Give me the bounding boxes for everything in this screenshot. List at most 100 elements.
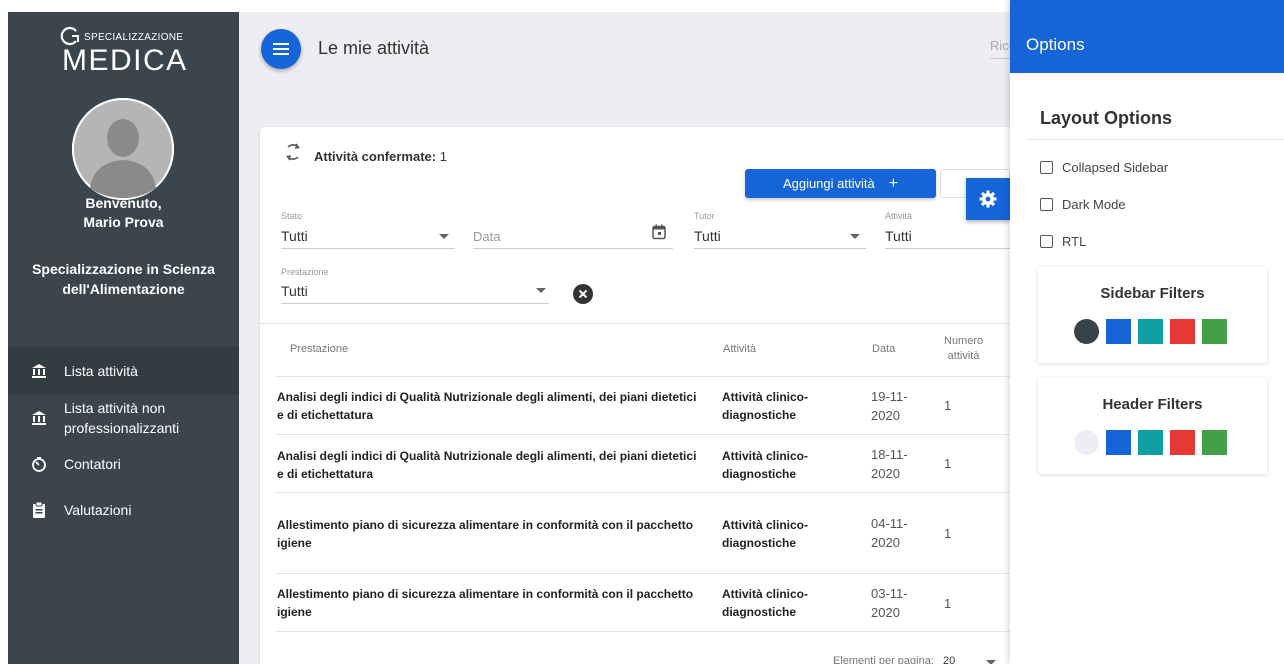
refresh-icon[interactable]: [284, 143, 302, 161]
swatch-color[interactable]: [1138, 430, 1163, 455]
sidebar-filters-card: Sidebar Filters: [1038, 267, 1267, 363]
checkbox[interactable]: [1040, 235, 1053, 248]
cell-line: diagnostiche: [722, 605, 797, 619]
option-rtl[interactable]: RTL: [1040, 234, 1086, 249]
header-filters-card: Header Filters: [1038, 378, 1267, 474]
swatch-color[interactable]: [1170, 430, 1195, 455]
search-input[interactable]: Ricerca: [990, 38, 1010, 53]
cell-prestazione: Analisi degli indici di Qualità Nutrizio…: [277, 388, 702, 424]
date-input[interactable]: Data: [473, 229, 500, 244]
user-name: Mario Prova: [83, 214, 164, 230]
options-title: Options: [1026, 35, 1085, 54]
cell-line: Attività clinico-: [722, 449, 809, 463]
cell-line: 2020: [871, 466, 900, 481]
plus-icon: +: [888, 174, 899, 192]
tutor-select[interactable]: Tutti: [694, 228, 721, 244]
cell-line: diagnostiche: [722, 467, 797, 481]
swatch-color[interactable]: [1202, 319, 1227, 344]
sidebar-color-swatches: [1074, 319, 1234, 344]
page-title: Le mie attività: [318, 38, 430, 58]
cell-prestazione: Allestimento piano di sicurezza alimenta…: [277, 585, 702, 621]
card-title-text: Attività confermate:: [314, 149, 437, 164]
brand-main-text: MEDICA: [62, 44, 188, 77]
option-collapsed-sidebar[interactable]: Collapsed Sidebar: [1040, 160, 1168, 175]
sidebar-item-lista-non-professionalizzanti[interactable]: Lista attività non professionalizzanti: [8, 395, 239, 441]
chevron-down-icon[interactable]: [536, 288, 546, 293]
cell-numero: 1: [944, 398, 952, 413]
swatch-color[interactable]: [1170, 319, 1195, 344]
chevron-down-icon[interactable]: [986, 660, 996, 664]
stato-select[interactable]: Tutti: [281, 228, 308, 244]
swatch-color[interactable]: [1106, 430, 1131, 455]
column-header-data[interactable]: Data: [872, 343, 895, 355]
sidebar-nav: Lista attività Lista attività non profes…: [8, 347, 239, 533]
swatch-color[interactable]: [1106, 319, 1131, 344]
confirmed-count: 1: [439, 149, 447, 164]
cell-attivita: Attività clinico-diagnostiche: [722, 585, 822, 621]
cell-data: 18-11- 2020: [871, 445, 921, 483]
top-gutter: [0, 0, 1010, 12]
left-gutter: [0, 0, 8, 664]
add-activity-label: Aggiungi attività: [782, 176, 875, 191]
header-filters-title: Header Filters: [1102, 396, 1203, 413]
chevron-down-icon[interactable]: [439, 234, 449, 239]
clear-filters-icon[interactable]: [573, 284, 593, 304]
menu-toggle-button[interactable]: [261, 29, 301, 69]
calendar-icon[interactable]: [652, 224, 666, 240]
sidebar-item-lista-attivita[interactable]: Lista attività: [8, 347, 239, 395]
gear-icon: [979, 190, 997, 208]
brand-logo[interactable]: SPECIALIZZAZIONE MEDICA: [60, 26, 200, 77]
checkbox[interactable]: [1040, 198, 1053, 211]
cell-line: 18-11-: [871, 447, 908, 462]
attivita-select[interactable]: Tutti: [885, 228, 912, 244]
cell-prestazione: Analisi degli indici di Qualità Nutrizio…: [277, 447, 702, 483]
bank-icon: [30, 362, 48, 380]
welcome-greeting: Benvenuto,: [85, 195, 162, 211]
swatch-color[interactable]: [1074, 319, 1099, 344]
column-header-line-1: Numero: [944, 335, 984, 347]
row-divider: [276, 434, 1010, 435]
option-dark-mode[interactable]: Dark Mode: [1040, 197, 1126, 212]
checkbox[interactable]: [1040, 161, 1053, 174]
prestazione-select[interactable]: Tutti: [281, 283, 308, 299]
user-silhouette-icon: [72, 98, 174, 200]
column-header-numero-attivita[interactable]: Numero attività: [944, 334, 983, 364]
table-top-divider: [260, 323, 1010, 324]
chevron-down-icon[interactable]: [850, 234, 860, 239]
settings-button[interactable]: [966, 178, 1010, 220]
layout-options-title: Layout Options: [1040, 108, 1172, 128]
cell-line: Allestimento piano di sicurezza alimenta…: [277, 518, 694, 532]
sidebar-filters-title: Sidebar Filters: [1100, 285, 1205, 302]
sidebar-item-valutazioni[interactable]: Valutazioni: [8, 487, 239, 533]
stato-underline: [281, 248, 455, 249]
column-header-prestazione[interactable]: Prestazione: [290, 343, 348, 355]
cell-line: Analisi degli indici di Qualità Nutrizio…: [277, 390, 697, 404]
cell-attivita: Attività clinico-diagnostiche: [722, 388, 822, 424]
card-title: Attività confermate: 1: [314, 149, 447, 164]
sidebar-item-label-line-1: Lista attività non: [64, 400, 166, 416]
cell-line: 2020: [871, 408, 900, 423]
cell-line: 2020: [871, 605, 900, 620]
cell-line: Attività clinico-: [722, 587, 809, 601]
swatch-color[interactable]: [1074, 430, 1099, 455]
swatch-color[interactable]: [1138, 319, 1163, 344]
specialization-line-2: dell'Alimentazione: [62, 281, 185, 297]
sidebar-item-label: Lista attività non professionalizzanti: [64, 398, 179, 438]
cell-line: 2020: [871, 535, 900, 550]
sidebar-item-contatori[interactable]: Contatori: [8, 441, 239, 487]
page-size-label: Elementi per pagina:: [833, 655, 934, 664]
sidebar: SPECIALIZZAZIONE MEDICA Benvenuto, Mario…: [8, 12, 239, 664]
avatar[interactable]: [72, 98, 174, 200]
clipboard-icon: [30, 501, 48, 519]
swatch-color[interactable]: [1202, 430, 1227, 455]
page-size-select[interactable]: 20: [943, 655, 955, 664]
hamburger-icon: [273, 43, 289, 55]
prestazione-underline: [281, 303, 549, 304]
specialization-line-1: Specializzazione in Scienza: [32, 261, 215, 277]
attivita-underline: [885, 248, 1010, 249]
column-header-attivita[interactable]: Attività: [723, 343, 756, 355]
column-header-line-2: attività: [947, 350, 980, 362]
add-activity-button[interactable]: Aggiungi attività +: [745, 169, 936, 198]
cell-line: Analisi degli indici di Qualità Nutrizio…: [277, 449, 697, 463]
cell-prestazione: Allestimento piano di sicurezza alimenta…: [277, 516, 702, 552]
